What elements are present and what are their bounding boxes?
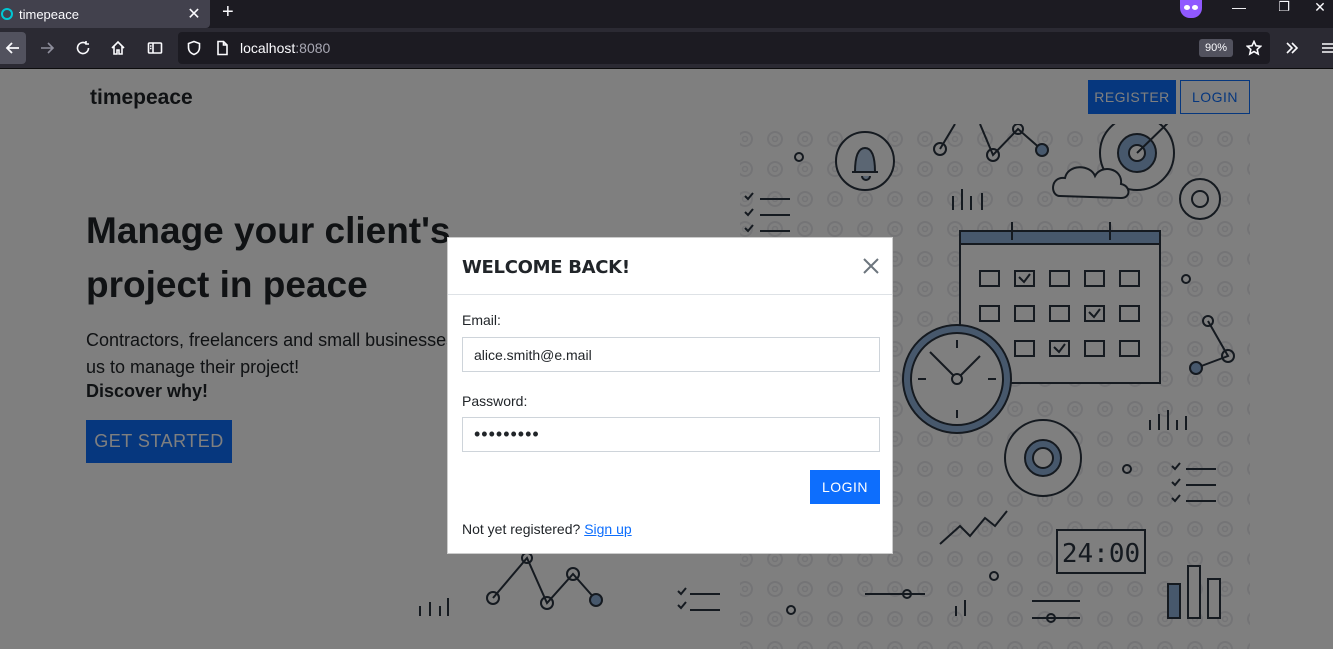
home-button[interactable]	[106, 36, 130, 60]
browser-tab[interactable]: timepeace ✕	[0, 0, 210, 28]
web-page: timepeace REGISTER LOGIN Manage your cli…	[0, 69, 1333, 649]
browser-tab-bar: timepeace ✕ + — ❐ ✕	[0, 0, 1333, 28]
tracking-shield-icon[interactable]	[182, 36, 206, 60]
signup-row: Not yet registered? Sign up	[462, 521, 632, 537]
email-field[interactable]	[462, 337, 880, 372]
overflow-chevron-icon[interactable]	[1280, 36, 1304, 60]
url-host: localhost	[240, 40, 296, 56]
bookmark-star-icon[interactable]	[1242, 36, 1266, 60]
sidebar-icon	[147, 42, 163, 54]
forward-arrow-icon	[41, 42, 55, 54]
close-icon[interactable]	[861, 256, 881, 276]
restore-icon[interactable]: ❐	[1261, 0, 1307, 28]
reload-icon	[76, 41, 90, 55]
reader-view-button[interactable]	[143, 36, 167, 60]
modal-header: WELCOME BACK!	[448, 238, 892, 295]
url-bar[interactable]: localhost:8080 90%	[178, 32, 1270, 64]
react-favicon-icon	[1, 8, 13, 20]
menu-hamburger-icon[interactable]	[1316, 36, 1333, 60]
new-tab-icon[interactable]: +	[222, 1, 234, 24]
window-close-icon[interactable]: ✕	[1307, 0, 1333, 28]
page-info-icon[interactable]	[210, 36, 234, 60]
email-label: Email:	[462, 312, 501, 328]
back-arrow-icon	[5, 42, 19, 54]
back-button[interactable]	[0, 32, 26, 64]
signup-prompt: Not yet registered?	[462, 521, 581, 537]
tab-title: timepeace	[19, 6, 79, 22]
password-label: Password:	[462, 393, 528, 409]
minimize-icon[interactable]: —	[1216, 0, 1262, 28]
url-port: :8080	[295, 40, 331, 56]
password-field[interactable]	[462, 417, 880, 452]
login-modal: WELCOME BACK! Email: Password: LOGIN Not…	[447, 237, 893, 554]
zoom-level-badge[interactable]: 90%	[1199, 39, 1233, 57]
url-text[interactable]: localhost:8080	[240, 40, 330, 56]
signup-link[interactable]: Sign up	[584, 521, 631, 537]
private-mask-icon[interactable]	[1180, 0, 1202, 18]
home-icon	[111, 40, 125, 55]
reload-button[interactable]	[71, 36, 95, 60]
modal-title: WELCOME BACK!	[462, 257, 630, 278]
login-submit-button[interactable]: LOGIN	[810, 470, 880, 504]
browser-navbar: localhost:8080 90%	[0, 28, 1333, 69]
forward-button[interactable]	[35, 36, 59, 60]
tab-close-icon[interactable]: ✕	[184, 4, 204, 24]
